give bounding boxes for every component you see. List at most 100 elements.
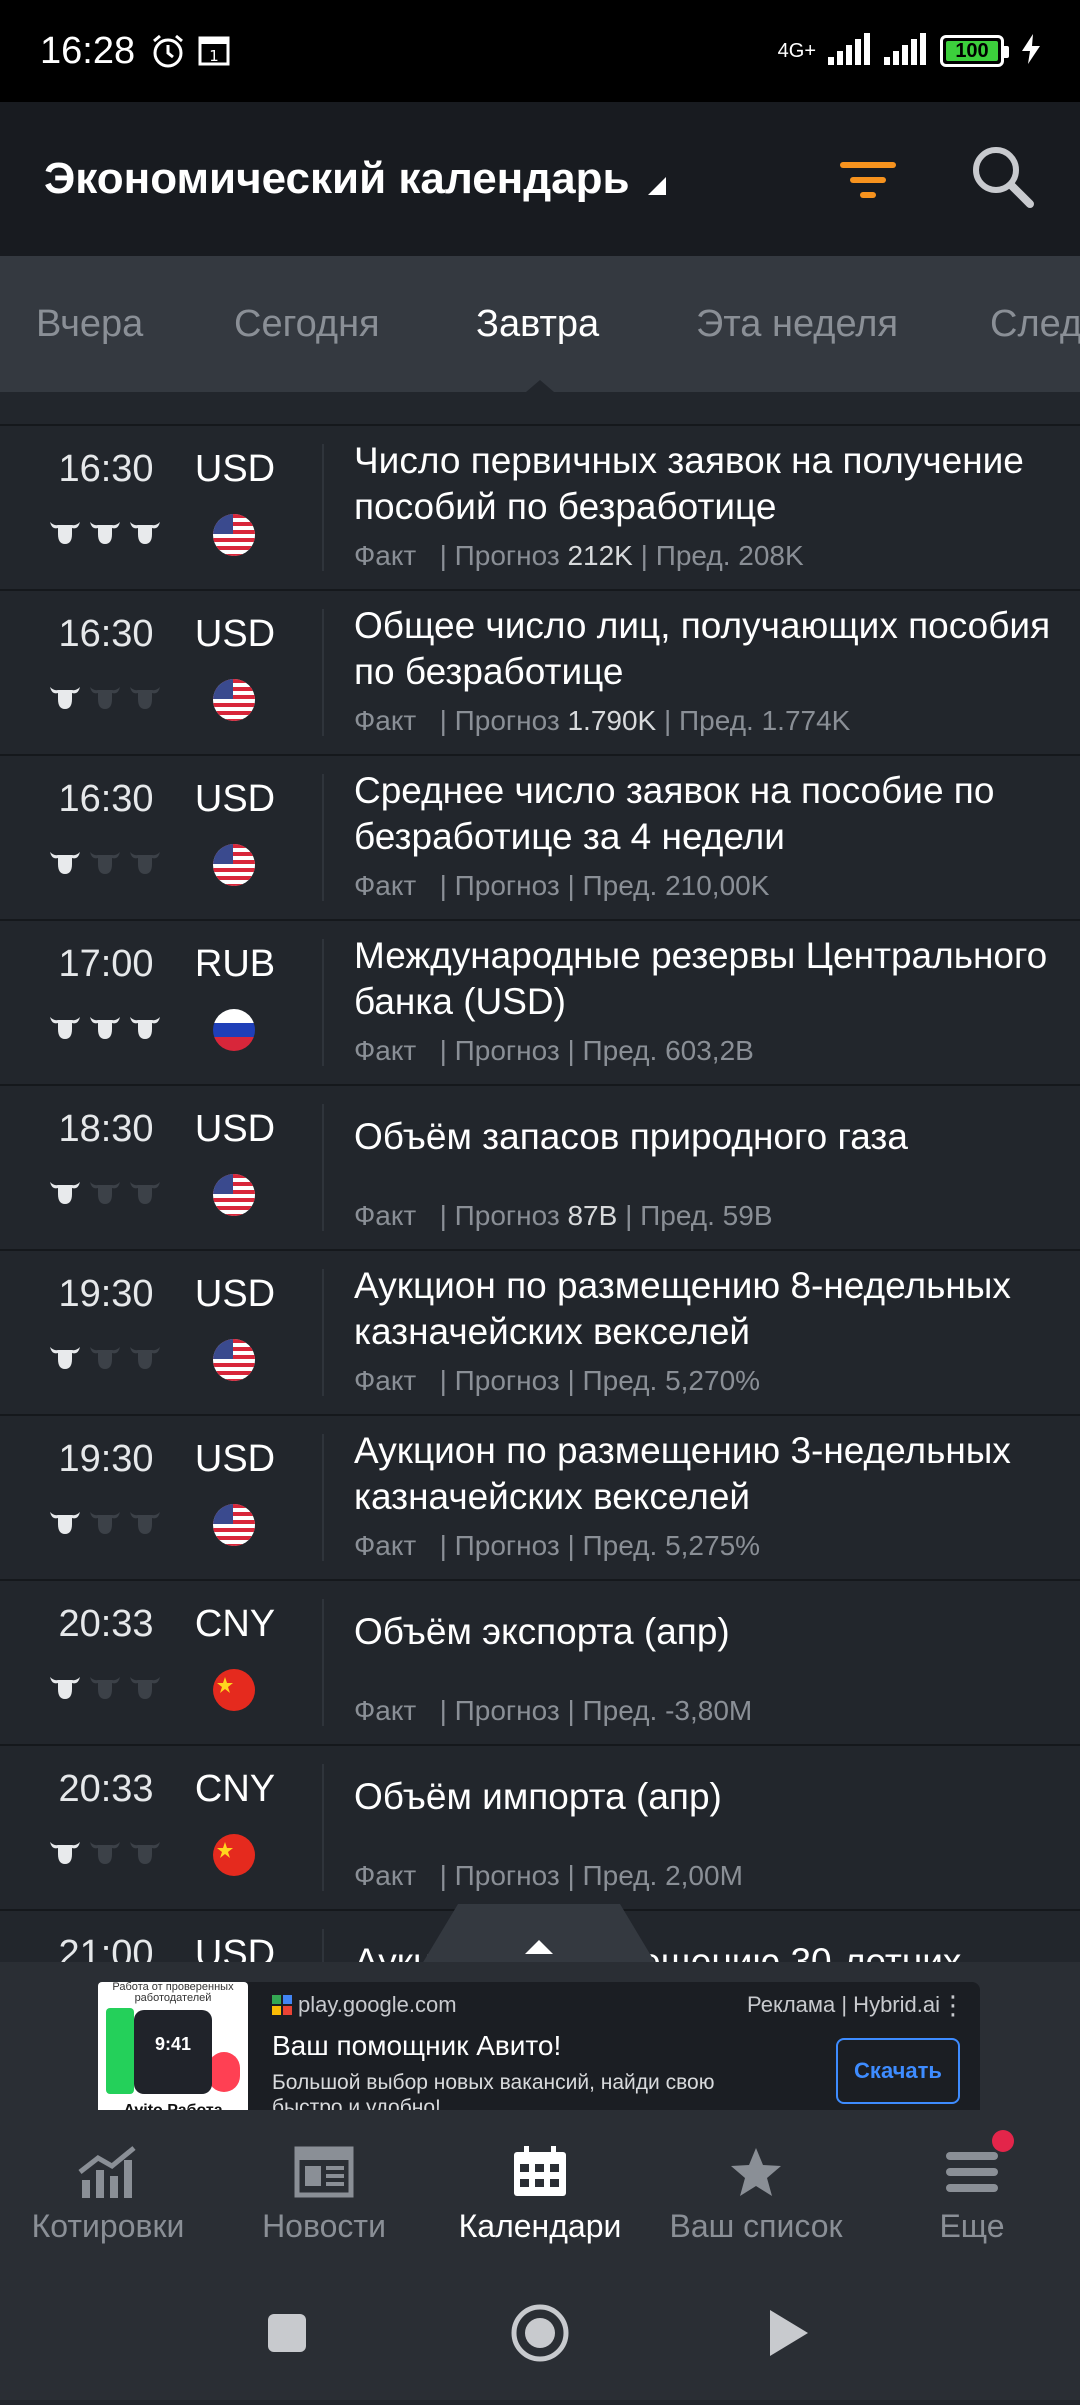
- event-row[interactable]: 16:30 USD Среднее число заявок на пособие …: [0, 756, 1080, 921]
- event-previous: | Пред. 210,00K: [567, 870, 770, 901]
- nav-watchlist[interactable]: Ваш список: [648, 2146, 864, 2245]
- event-title: Аукцион по размещению 8-недельных казнач…: [354, 1265, 1011, 1352]
- event-forecast: 1.790K: [567, 705, 657, 736]
- caret-down-icon[interactable]: [647, 176, 666, 200]
- event-fact: Факт: [354, 1200, 417, 1231]
- network-type: 4G+: [777, 40, 816, 62]
- flag-icon: [213, 514, 255, 556]
- ad-image[interactable]: Работа от проверенных работодателей 9:41…: [98, 1982, 248, 2122]
- event-fact: Факт: [354, 1530, 417, 1561]
- event-previous: | Пред. 5,275%: [567, 1530, 761, 1561]
- bottom-navigation: Котировки Новости Календари Ваш список Е…: [0, 2110, 1080, 2270]
- nav-calendars[interactable]: Календари: [432, 2146, 648, 2245]
- ad-banner: Работа от проверенных работодателей 9:41…: [0, 1962, 1080, 2122]
- status-time: 16:28: [40, 29, 136, 72]
- event-currency: CNY: [194, 1603, 276, 1645]
- event-previous: | Пред. -3,80M: [567, 1695, 753, 1726]
- nav-watchlist-label: Ваш список: [669, 2208, 843, 2244]
- event-forecast: 87B: [567, 1200, 618, 1231]
- event-fact: Факт: [354, 1035, 417, 1066]
- tab-tomorrow[interactable]: Завтра: [476, 256, 599, 392]
- event-currency: USD: [194, 448, 276, 490]
- event-fact: Факт: [354, 870, 417, 901]
- more-vertical-icon[interactable]: ⋮: [940, 1990, 966, 2021]
- importance-icon: [48, 850, 162, 876]
- event-meta: Факт | Прогноз | Пред. 2,00M: [354, 1860, 743, 1892]
- event-title: Число первичных заявок на получение посо…: [354, 440, 1024, 527]
- search-button[interactable]: [968, 142, 1038, 212]
- back-icon[interactable]: [770, 2310, 808, 2356]
- event-row[interactable]: 19:30 USD Аукцион по размещению 3-недельны…: [0, 1416, 1080, 1581]
- event-currency: USD: [194, 1438, 276, 1480]
- flag-icon: [213, 1009, 255, 1051]
- page-title[interactable]: Экономический календарь: [44, 154, 630, 204]
- nav-more-label: Еще: [939, 2208, 1005, 2244]
- calendar-icon: [514, 2146, 566, 2196]
- event-row[interactable]: 16:30 USD Общее число лиц, получающих посо…: [0, 591, 1080, 756]
- flag-icon: [213, 1669, 255, 1711]
- tab-yesterday[interactable]: Вчера: [36, 256, 143, 392]
- home-icon[interactable]: [511, 2304, 569, 2362]
- flag-icon: [213, 1339, 255, 1381]
- ad-card[interactable]: Работа от проверенных работодателей 9:41…: [98, 1982, 980, 2122]
- event-row[interactable]: 16:30 USD Число первичных заявок на получе…: [0, 426, 1080, 591]
- alarm-icon: [149, 32, 187, 70]
- nav-quotes-label: Котировки: [31, 2208, 185, 2244]
- event-title: Общее число лиц, получающих пособия по б…: [354, 605, 1051, 692]
- event-row[interactable]: 17:00 RUB Международные резервы Центрально…: [0, 921, 1080, 1086]
- row-divider: [322, 444, 324, 571]
- notification-badge: [992, 2130, 1014, 2152]
- signal-icon-2: [884, 32, 928, 70]
- event-forecast-label: | Прогноз: [439, 1200, 560, 1231]
- tab-next-week[interactable]: След: [990, 256, 1080, 392]
- event-fact: Факт: [354, 1860, 417, 1891]
- event-currency: CNY: [194, 1768, 276, 1810]
- ad-source: play.google.com: [272, 1992, 457, 2018]
- event-meta: Факт | Прогноз 1.790K | Пред. 1.774K: [354, 705, 850, 737]
- status-bar: 16:28 1 4G+ 100: [0, 0, 1080, 102]
- ad-label: Реклама | Hybrid.ai: [747, 1992, 940, 2017]
- ad-phone-image: 9:41: [134, 2010, 212, 2094]
- battery-level: 100: [955, 39, 989, 62]
- event-currency: USD: [194, 778, 276, 820]
- event-forecast-label: | Прогноз: [439, 1860, 560, 1891]
- event-row[interactable]: 18:30 USD Объём запасов природного газа Фак…: [0, 1086, 1080, 1251]
- event-row[interactable]: 19:30 USD Аукцион по размещению 8-недельны…: [0, 1251, 1080, 1416]
- row-divider: [322, 1269, 324, 1396]
- nav-more[interactable]: Еще: [864, 2146, 1080, 2245]
- notification-count: 1: [209, 47, 219, 65]
- events-list[interactable]: 16:30 USD Число первичных заявок на получе…: [0, 392, 1080, 1962]
- nav-quotes[interactable]: Котировки: [0, 2146, 216, 2245]
- system-navigation: [0, 2270, 1080, 2400]
- event-meta: Факт | Прогноз | Пред. -3,80M: [354, 1695, 752, 1727]
- notification-icon: 1: [197, 34, 231, 68]
- list-divider: [0, 392, 1080, 426]
- row-divider: [322, 1104, 324, 1231]
- charging-icon: [1022, 33, 1040, 69]
- event-row[interactable]: 20:33 CNY Объём экспорта (апр) Факт | Прогн…: [0, 1581, 1080, 1746]
- importance-icon: [48, 1675, 162, 1701]
- battery-icon: 100: [940, 35, 1009, 67]
- tab-this-week[interactable]: Эта неделя: [696, 256, 898, 392]
- tab-today[interactable]: Сегодня: [234, 256, 380, 392]
- event-currency: USD: [194, 1108, 276, 1150]
- filter-button[interactable]: [836, 150, 900, 210]
- ad-download-button[interactable]: Скачать: [836, 2038, 960, 2104]
- ad-image-caption: Работа от проверенных работодателей: [112, 1982, 234, 2004]
- event-currency: USD: [194, 1933, 276, 1962]
- row-divider: [322, 1434, 324, 1561]
- event-previous: | Пред. 59B: [625, 1200, 773, 1231]
- nav-news[interactable]: Новости: [216, 2146, 432, 2245]
- event-meta: Факт | Прогноз 87B | Пред. 59B: [354, 1200, 773, 1232]
- search-icon: [973, 147, 1034, 208]
- event-currency: USD: [194, 613, 276, 655]
- event-fact: Факт: [354, 1365, 417, 1396]
- importance-icon: [48, 1510, 162, 1536]
- event-row[interactable]: 20:33 CNY Объём импорта (апр) Факт | Прогно…: [0, 1746, 1080, 1911]
- event-meta: Факт | Прогноз | Пред. 210,00K: [354, 870, 769, 902]
- row-divider: [322, 1764, 324, 1891]
- recent-apps-icon[interactable]: [268, 2314, 306, 2352]
- filter-icon: [840, 162, 896, 198]
- event-forecast-label: | Прогноз: [439, 705, 560, 736]
- signal-icon: [828, 32, 872, 70]
